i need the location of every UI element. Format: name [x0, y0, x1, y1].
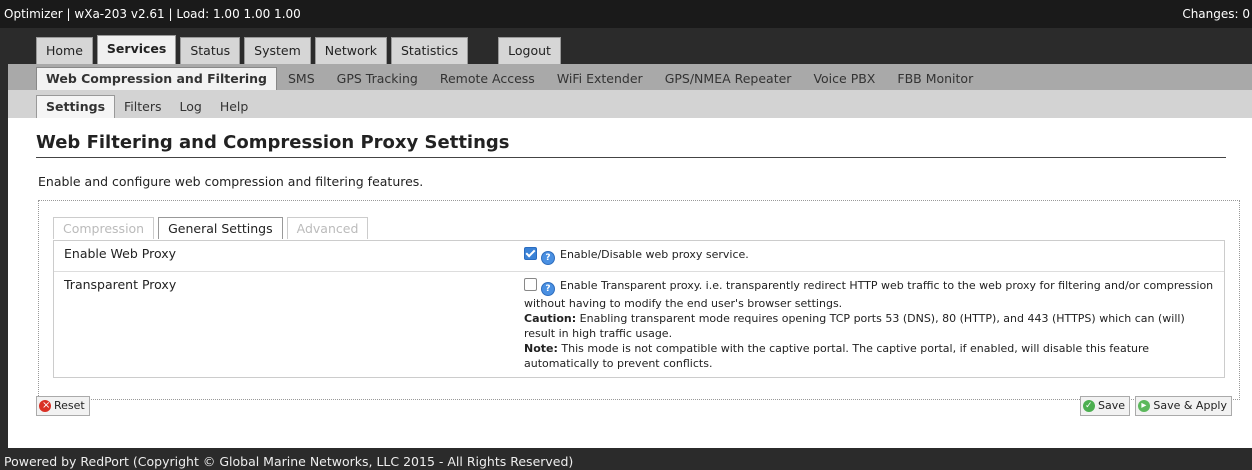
- save-label: Save: [1097, 399, 1125, 412]
- tab-voice-pbx[interactable]: Voice PBX: [802, 68, 886, 90]
- apply-icon: [1138, 397, 1151, 415]
- tab-services[interactable]: Services: [96, 35, 177, 64]
- tab-network[interactable]: Network: [314, 37, 387, 64]
- tab-general-settings[interactable]: General Settings: [158, 217, 283, 239]
- tab-statistics[interactable]: Statistics: [391, 37, 469, 64]
- action-bar: Reset Save Save & Apply: [36, 396, 1232, 416]
- footer-copyright: Powered by RedPort (Copyright © Global M…: [4, 454, 574, 469]
- note-text: This mode is not compatible with the cap…: [524, 342, 1150, 370]
- check-icon: [1082, 397, 1095, 415]
- settings-fieldset: Compression General Settings Advanced En…: [38, 200, 1240, 400]
- tab-home[interactable]: Home: [36, 37, 93, 64]
- settings-table: Enable Web Proxy ? Enable/Disable web pro…: [53, 240, 1225, 378]
- tab-filters[interactable]: Filters: [115, 96, 170, 118]
- title-bar: Optimizer | wXa-203 v2.61 | Load: 1.00 1…: [0, 0, 1252, 28]
- help-icon[interactable]: ?: [541, 282, 555, 296]
- tab-advanced[interactable]: Advanced: [286, 217, 369, 239]
- tab-logout[interactable]: Logout: [498, 37, 561, 64]
- tab-status[interactable]: Status: [180, 37, 241, 64]
- note-label: Note:: [524, 342, 558, 355]
- tab-gps-nmea-repeater[interactable]: GPS/NMEA Repeater: [654, 68, 803, 90]
- enable-web-proxy-label: Enable Web Proxy: [64, 246, 177, 261]
- tab-remote-access[interactable]: Remote Access: [429, 68, 546, 90]
- reset-button[interactable]: Reset: [36, 396, 90, 416]
- row-enable-web-proxy: Enable Web Proxy ? Enable/Disable web pro…: [54, 241, 1224, 272]
- enable-web-proxy-checkbox[interactable]: [524, 247, 537, 260]
- caution-label: Caution:: [524, 312, 577, 325]
- tab-web-compression[interactable]: Web Compression and Filtering: [36, 67, 277, 90]
- row-transparent-proxy: Transparent Proxy ? Enable Transparent pr…: [54, 272, 1224, 377]
- reset-icon: [39, 397, 51, 415]
- caution-text: Enabling transparent mode requires openi…: [524, 312, 1185, 340]
- save-apply-button[interactable]: Save & Apply: [1135, 396, 1232, 416]
- section-tabs: Compression General Settings Advanced: [53, 217, 372, 239]
- tab-compression[interactable]: Compression: [53, 217, 155, 239]
- changes-counter[interactable]: Changes: 0: [1182, 7, 1250, 21]
- save-button[interactable]: Save: [1079, 396, 1130, 416]
- tab-log[interactable]: Log: [171, 96, 211, 118]
- tab-help[interactable]: Help: [211, 96, 258, 118]
- help-icon[interactable]: ?: [541, 251, 555, 265]
- enable-web-proxy-value: ? Enable/Disable web proxy service.: [518, 241, 1224, 271]
- primary-nav: Home Services Status System Network Stat…: [8, 28, 1252, 64]
- tab-sms[interactable]: SMS: [277, 68, 326, 90]
- save-apply-label: Save & Apply: [1153, 399, 1227, 412]
- reset-label: Reset: [54, 399, 85, 412]
- page-title: Web Filtering and Compression Proxy Sett…: [36, 132, 1226, 158]
- tab-fbb-monitor[interactable]: FBB Monitor: [886, 68, 984, 90]
- tab-gps-tracking[interactable]: GPS Tracking: [326, 68, 429, 90]
- page-description: Enable and configure web compression and…: [38, 174, 424, 189]
- app-title: Optimizer | wXa-203 v2.61 | Load: 1.00 1…: [4, 7, 301, 21]
- tab-wifi-extender[interactable]: WiFi Extender: [546, 68, 654, 90]
- secondary-nav: Web Compression and Filtering SMS GPS Tr…: [8, 64, 1252, 90]
- transparent-proxy-label: Transparent Proxy: [64, 277, 177, 292]
- transparent-proxy-checkbox[interactable]: [524, 278, 537, 291]
- transparent-proxy-text: Enable Transparent proxy. i.e. transpare…: [524, 279, 1214, 310]
- tab-system[interactable]: System: [244, 37, 311, 64]
- enable-web-proxy-text: Enable/Disable web proxy service.: [560, 248, 749, 261]
- transparent-proxy-value: ? Enable Transparent proxy. i.e. transpar…: [518, 272, 1224, 377]
- tertiary-nav: Settings Filters Log Help: [8, 90, 1252, 118]
- main-panel: Home Services Status System Network Stat…: [8, 28, 1252, 448]
- tab-settings[interactable]: Settings: [36, 95, 116, 118]
